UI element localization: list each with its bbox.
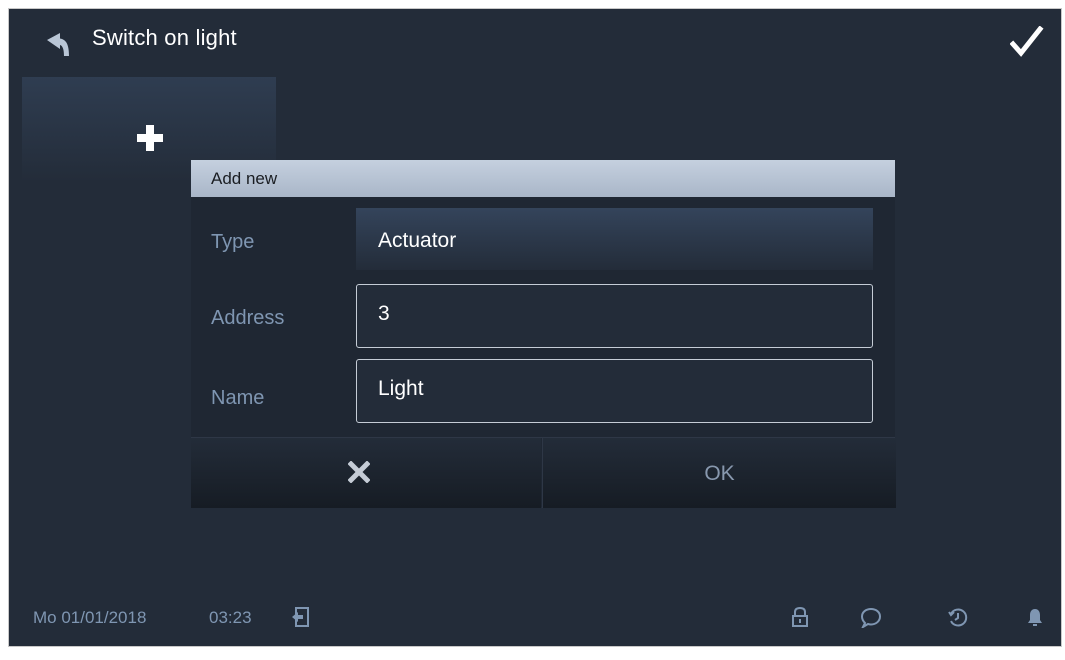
type-selector[interactable]: Actuator (356, 208, 873, 270)
dialog-button-row: OK (191, 437, 896, 508)
status-bar: Mo 01/01/2018 03:23 (9, 594, 1061, 646)
door-exit-icon[interactable] (290, 606, 312, 628)
address-value: 3 (378, 302, 390, 325)
history-clock-icon[interactable] (947, 606, 969, 628)
ok-button[interactable]: OK (542, 438, 896, 508)
name-field[interactable]: Light (356, 359, 873, 423)
status-time: 03:23 (209, 608, 252, 627)
add-new-dialog: Add new Type Actuator Address 3 Name Lig… (191, 160, 896, 508)
type-value: Actuator (378, 229, 457, 252)
dialog-header: Add new (191, 160, 895, 197)
ok-label: OK (704, 462, 735, 485)
address-label: Address (211, 307, 285, 329)
cancel-button[interactable] (191, 438, 541, 508)
x-icon (348, 461, 370, 483)
status-date: Mo 01/01/2018 (33, 608, 147, 627)
dialog-title: Add new (211, 169, 278, 188)
top-bar: Switch on light (9, 9, 1061, 77)
name-value: Light (378, 377, 424, 400)
app-screen: Switch on light Add new Type Actuator Ad… (8, 8, 1062, 647)
lock-icon[interactable] (789, 606, 811, 628)
back-arrow-icon[interactable] (43, 30, 73, 60)
checkmark-icon[interactable] (1009, 25, 1044, 60)
plus-icon (137, 125, 163, 151)
name-label: Name (211, 387, 265, 409)
page-title: Switch on light (92, 25, 237, 50)
bell-icon[interactable] (1024, 606, 1046, 628)
address-field[interactable]: 3 (356, 284, 873, 348)
chat-bubble-icon[interactable] (860, 606, 882, 628)
type-label: Type (211, 231, 255, 253)
